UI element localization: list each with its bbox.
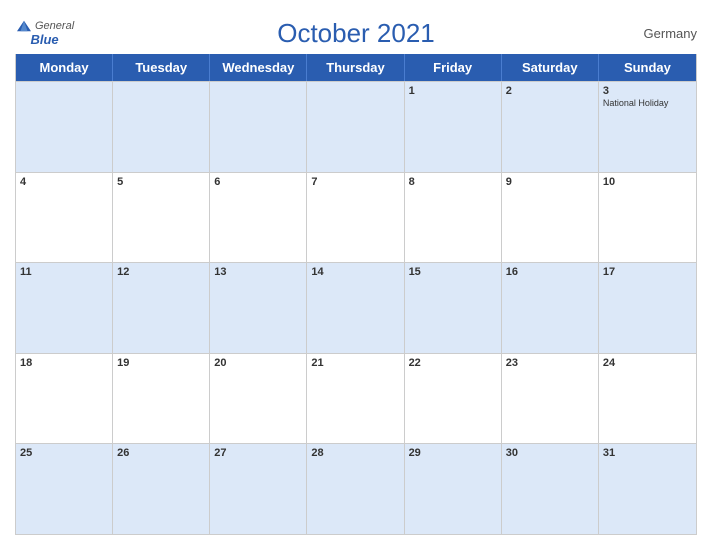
calendar-cell: 21 <box>307 354 404 444</box>
calendar-header: General Blue October 2021 Germany <box>15 10 697 54</box>
cell-date-number: 24 <box>603 357 692 369</box>
calendar-cell <box>113 82 210 172</box>
day-header-monday: Monday <box>16 54 113 81</box>
calendar-cell: 22 <box>405 354 502 444</box>
cell-date-number: 5 <box>117 176 205 188</box>
calendar-cell: 23 <box>502 354 599 444</box>
calendar-cell: 10 <box>599 173 696 263</box>
cell-date-number: 11 <box>20 266 108 278</box>
calendar-cell: 29 <box>405 444 502 534</box>
cell-date-number: 19 <box>117 357 205 369</box>
calendar-cell: 31 <box>599 444 696 534</box>
weeks: 123National Holiday456789101112131415161… <box>16 81 696 534</box>
cell-date-number: 21 <box>311 357 399 369</box>
week-row: 123National Holiday <box>16 81 696 172</box>
calendar-cell: 8 <box>405 173 502 263</box>
day-header-sunday: Sunday <box>599 54 696 81</box>
calendar-cell: 9 <box>502 173 599 263</box>
calendar-cell: 27 <box>210 444 307 534</box>
cell-date-number: 25 <box>20 447 108 459</box>
cell-date-number: 15 <box>409 266 497 278</box>
calendar-cell: 6 <box>210 173 307 263</box>
page-title: October 2021 <box>277 18 435 49</box>
holiday-label: National Holiday <box>603 98 692 109</box>
calendar-cell: 16 <box>502 263 599 353</box>
calendar-cell: 7 <box>307 173 404 263</box>
calendar-cell: 17 <box>599 263 696 353</box>
calendar-cell: 13 <box>210 263 307 353</box>
cell-date-number: 8 <box>409 176 497 188</box>
week-row: 18 19 20 21 22 23 24 <box>16 353 696 444</box>
day-headers: MondayTuesdayWednesdayThursdayFridaySatu… <box>16 54 696 81</box>
day-header-thursday: Thursday <box>307 54 404 81</box>
week-row: 25 26 27 28 29 30 31 <box>16 443 696 534</box>
cell-date-number: 4 <box>20 176 108 188</box>
calendar-cell: 11 <box>16 263 113 353</box>
calendar-cell: 30 <box>502 444 599 534</box>
calendar-cell: 25 <box>16 444 113 534</box>
calendar-cell: 1 <box>405 82 502 172</box>
cell-date-number: 18 <box>20 357 108 369</box>
calendar-cell <box>210 82 307 172</box>
cell-date-number: 20 <box>214 357 302 369</box>
logo: General Blue <box>15 19 74 47</box>
calendar-cell: 18 <box>16 354 113 444</box>
calendar-cell <box>307 82 404 172</box>
cell-date-number: 17 <box>603 266 692 278</box>
week-row: 456789 10 <box>16 172 696 263</box>
calendar-cell: 12 <box>113 263 210 353</box>
day-header-wednesday: Wednesday <box>210 54 307 81</box>
cell-date-number: 7 <box>311 176 399 188</box>
cell-date-number: 12 <box>117 266 205 278</box>
calendar-cell: 3National Holiday <box>599 82 696 172</box>
cell-date-number: 22 <box>409 357 497 369</box>
cell-date-number: 31 <box>603 447 692 459</box>
day-header-friday: Friday <box>405 54 502 81</box>
cell-date-number: 30 <box>506 447 594 459</box>
cell-date-number: 6 <box>214 176 302 188</box>
cell-date-number: 13 <box>214 266 302 278</box>
logo-general-text: General <box>35 20 74 32</box>
cell-date-number: 14 <box>311 266 399 278</box>
day-header-tuesday: Tuesday <box>113 54 210 81</box>
calendar-cell: 20 <box>210 354 307 444</box>
cell-date-number: 16 <box>506 266 594 278</box>
calendar-cell: 19 <box>113 354 210 444</box>
calendar-cell: 14 <box>307 263 404 353</box>
cell-date-number: 29 <box>409 447 497 459</box>
calendar-cell: 2 <box>502 82 599 172</box>
cell-date-number: 9 <box>506 176 594 188</box>
cell-date-number: 27 <box>214 447 302 459</box>
day-header-saturday: Saturday <box>502 54 599 81</box>
calendar-cell: 26 <box>113 444 210 534</box>
logo-blue-text: Blue <box>30 33 58 47</box>
calendar-cell: 4 <box>16 173 113 263</box>
calendar: MondayTuesdayWednesdayThursdayFridaySatu… <box>15 54 697 535</box>
calendar-cell: 5 <box>113 173 210 263</box>
cell-date-number: 1 <box>409 85 497 97</box>
cell-date-number: 3 <box>603 85 692 97</box>
cell-date-number: 26 <box>117 447 205 459</box>
calendar-cell: 15 <box>405 263 502 353</box>
week-row: 11 12 13 14 15 16 17 <box>16 262 696 353</box>
calendar-cell: 24 <box>599 354 696 444</box>
cell-date-number: 10 <box>603 176 692 188</box>
calendar-cell <box>16 82 113 172</box>
cell-date-number: 28 <box>311 447 399 459</box>
cell-date-number: 2 <box>506 85 594 97</box>
cell-date-number: 23 <box>506 357 594 369</box>
calendar-cell: 28 <box>307 444 404 534</box>
country-label: Germany <box>644 26 697 41</box>
